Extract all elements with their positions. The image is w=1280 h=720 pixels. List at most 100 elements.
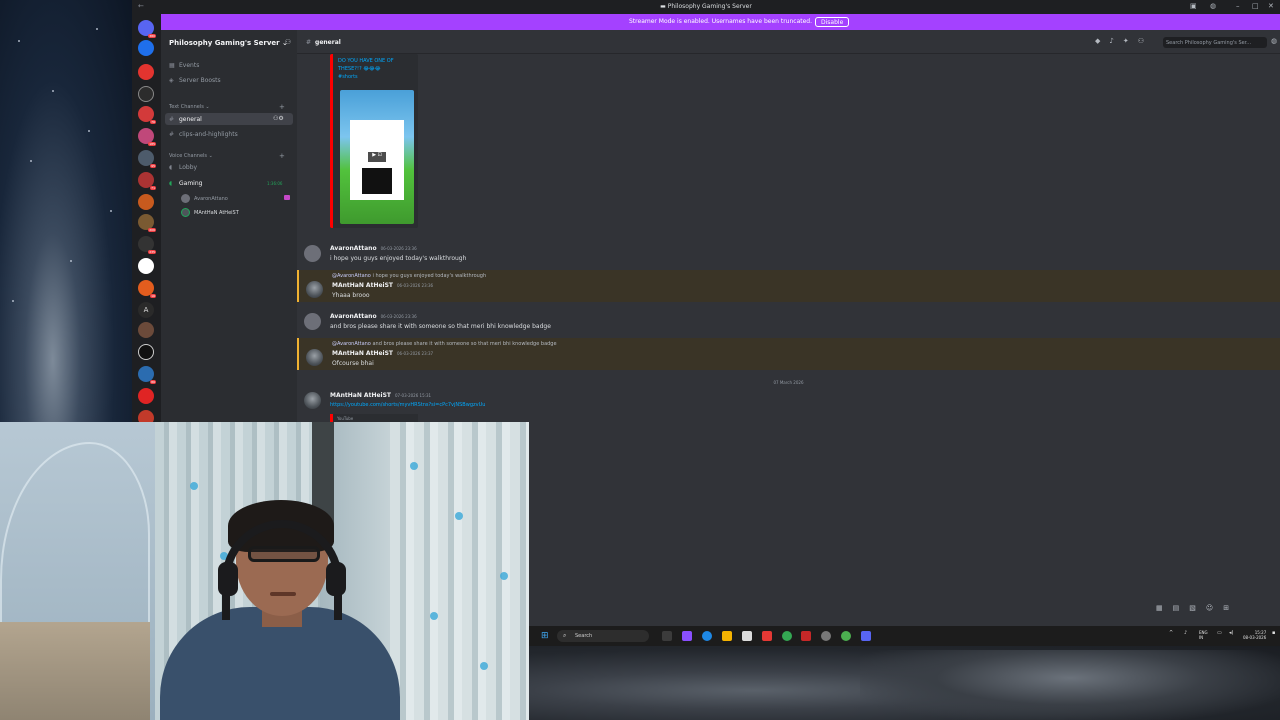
server-name[interactable]: Philosophy Gaming's Server ⌄ bbox=[169, 39, 288, 47]
events-link[interactable]: ▦ Events bbox=[169, 62, 199, 69]
voice-user[interactable]: MAntHaN AtHeiST bbox=[181, 208, 239, 217]
invite-settings-icon[interactable]: ⚇⚙ bbox=[273, 115, 284, 122]
message-author[interactable]: MAntHaN AtHeiST 06-03-2026 23:36 bbox=[332, 282, 433, 289]
server-icon[interactable]: 185 bbox=[138, 128, 156, 146]
discord-icon[interactable] bbox=[861, 631, 871, 641]
pin-icon[interactable]: ✦ bbox=[1123, 37, 1138, 45]
inbox-icon[interactable]: ▣ bbox=[1190, 2, 1197, 10]
server-icon[interactable]: 86 bbox=[138, 366, 156, 384]
avatar[interactable] bbox=[306, 349, 323, 366]
voice-user[interactable]: AvaronAttano bbox=[181, 194, 228, 203]
speaker-icon: ◖ bbox=[169, 180, 173, 187]
server-icon[interactable] bbox=[138, 388, 154, 404]
threads-icon[interactable]: ◆ bbox=[1095, 37, 1109, 45]
chrome-icon[interactable] bbox=[782, 631, 792, 641]
voice-channel-lobby[interactable]: ◖ Lobby bbox=[169, 164, 197, 171]
avatar[interactable] bbox=[304, 313, 321, 330]
invite-icon[interactable]: ⚇ bbox=[285, 38, 291, 46]
language-indicator[interactable]: ENG IN bbox=[1199, 630, 1208, 640]
server-icon[interactable] bbox=[138, 194, 154, 210]
gif-icon[interactable]: ▤ bbox=[1173, 604, 1190, 612]
clock[interactable]: 15:27 08-03-2026 bbox=[1243, 630, 1266, 640]
emoji-icon[interactable]: ☺ bbox=[1206, 604, 1223, 612]
edge-icon[interactable] bbox=[702, 631, 712, 641]
help-icon[interactable]: ◍ bbox=[1271, 37, 1277, 45]
message-author[interactable]: MAntHaN AtHeiST 07-03-2026 15:31 bbox=[330, 392, 431, 399]
reply-preview[interactable]: @AvaronAttano and bros please share it w… bbox=[332, 341, 557, 347]
server-icon[interactable]: 235 bbox=[138, 236, 156, 254]
tray-overflow-icon[interactable]: ^ bbox=[1169, 630, 1173, 636]
server-icon[interactable]: 71 bbox=[138, 172, 156, 190]
help-icon[interactable]: ◍ bbox=[1210, 2, 1216, 10]
file-explorer-icon[interactable] bbox=[722, 631, 732, 641]
channel-general[interactable]: # general bbox=[169, 116, 202, 123]
server-icon[interactable]: 95 bbox=[138, 150, 156, 168]
voice-channels-category[interactable]: Voice Channels ⌄ + bbox=[169, 152, 285, 160]
add-channel-icon[interactable]: + bbox=[279, 152, 285, 160]
play-icon[interactable]: ▶ ⊡ bbox=[368, 152, 386, 162]
message-link[interactable]: https://youtube.com/shorts/myvHRStns?si=… bbox=[330, 402, 485, 408]
task-view-icon[interactable] bbox=[662, 631, 672, 641]
server-icon[interactable]: 206 bbox=[138, 214, 156, 232]
webcam-overlay bbox=[0, 422, 529, 720]
server-icon[interactable] bbox=[138, 64, 154, 80]
member-list-icon[interactable]: ⚇ bbox=[1138, 37, 1153, 45]
notification-icon[interactable]: ▪ bbox=[1272, 630, 1275, 636]
avatar[interactable] bbox=[304, 245, 321, 262]
settings-icon[interactable] bbox=[821, 631, 831, 641]
app-icon[interactable] bbox=[762, 631, 772, 641]
server-icon[interactable]: 16 bbox=[138, 280, 156, 298]
disable-button[interactable]: Disable bbox=[815, 17, 850, 27]
maximize-icon[interactable]: □ bbox=[1252, 2, 1259, 10]
server-icon[interactable] bbox=[138, 86, 154, 102]
voice-channel-gaming[interactable]: ◖ Gaming bbox=[169, 180, 202, 187]
text-channels-category[interactable]: Text Channels ⌄ + bbox=[169, 103, 285, 111]
search-input[interactable]: Search Philosophy Gaming's Ser... bbox=[1163, 37, 1267, 48]
channel-clips[interactable]: # clips-and-highlights bbox=[169, 131, 238, 138]
windows-start-icon[interactable]: ⊞ bbox=[541, 631, 549, 641]
message-author[interactable]: AvaronAttano 06-03-2026 23:36 bbox=[330, 245, 417, 252]
channel-title: # general bbox=[306, 39, 341, 46]
apps-icon[interactable]: ⊞ bbox=[1223, 604, 1239, 612]
copilot-icon[interactable] bbox=[682, 631, 692, 641]
taskbar-search[interactable]: ⌕ Search bbox=[557, 630, 649, 642]
home-icon[interactable]: 380 bbox=[138, 20, 156, 38]
mic-icon[interactable]: ♪ bbox=[1184, 630, 1187, 636]
add-channel-icon[interactable]: + bbox=[279, 103, 285, 111]
server-boosts-link[interactable]: ◈ Server Boosts bbox=[169, 77, 221, 84]
server-icon-pga[interactable] bbox=[138, 40, 154, 56]
webcam-bed bbox=[0, 622, 150, 720]
server-icon[interactable]: A bbox=[138, 302, 154, 318]
obs-icon[interactable] bbox=[801, 631, 811, 641]
streamer-mouth bbox=[270, 592, 296, 596]
curtain-pattern bbox=[190, 482, 198, 490]
speaker-icon: ◖ bbox=[169, 164, 173, 171]
message-author[interactable]: MAntHaN AtHeiST 06-03-2026 23:37 bbox=[332, 350, 433, 357]
search-icon: ⌕ bbox=[563, 632, 567, 639]
network-icon[interactable]: ▭ bbox=[1217, 630, 1222, 636]
embed-title[interactable]: DO YOU HAVE ONE OF THESE?!? 😂😂😂 #shorts bbox=[338, 57, 416, 81]
store-icon[interactable] bbox=[742, 631, 752, 641]
notification-bell-icon[interactable]: ♪ bbox=[1109, 37, 1122, 45]
server-icon[interactable]: 76 bbox=[138, 106, 156, 124]
volume-icon[interactable]: ◂) bbox=[1229, 630, 1233, 636]
avatar bbox=[181, 194, 190, 203]
youtube-embed[interactable]: DO YOU HAVE ONE OF THESE?!? 😂😂😂 #shorts ▶… bbox=[330, 54, 418, 228]
chrome-icon[interactable] bbox=[841, 631, 851, 641]
headphone-earcup bbox=[326, 562, 346, 596]
gift-icon[interactable]: ▦ bbox=[1156, 604, 1173, 612]
sticker-icon[interactable]: ▧ bbox=[1189, 604, 1206, 612]
server-icon[interactable] bbox=[138, 258, 154, 274]
message: AvaronAttano 06-03-2026 23:36 and bros pl… bbox=[297, 310, 1280, 336]
close-icon[interactable]: ✕ bbox=[1268, 2, 1274, 10]
wallpaper-clouds-light bbox=[860, 650, 1280, 720]
server-icon[interactable] bbox=[138, 344, 154, 360]
minimize-icon[interactable]: – bbox=[1236, 2, 1240, 10]
reply-preview[interactable]: @AvaronAttano i hope you guys enjoyed to… bbox=[332, 273, 486, 279]
message: MAntHaN AtHeiST 07-03-2026 15:31 https://… bbox=[297, 390, 1280, 424]
message-author[interactable]: AvaronAttano 06-03-2026 23:36 bbox=[330, 313, 417, 320]
video-thumbnail[interactable]: ▶ ⊡ bbox=[340, 90, 414, 224]
avatar[interactable] bbox=[306, 281, 323, 298]
server-icon[interactable] bbox=[138, 322, 154, 338]
avatar[interactable] bbox=[304, 392, 321, 409]
